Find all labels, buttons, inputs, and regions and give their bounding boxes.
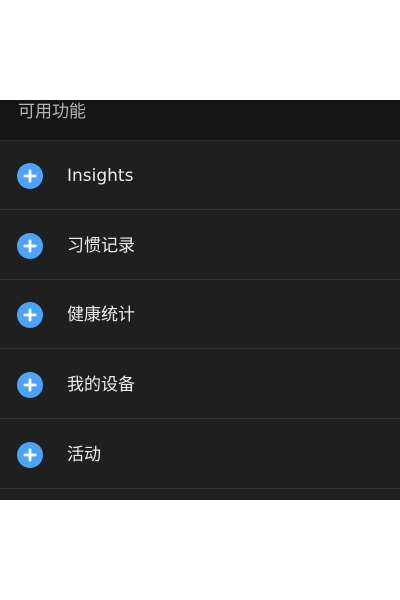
feature-label: 习惯记录 [67,236,135,256]
add-circle-icon[interactable] [17,442,43,468]
feature-row-partial [0,489,400,500]
add-circle-icon[interactable] [17,302,43,328]
feature-label: 活动 [67,445,101,465]
add-circle-icon[interactable] [17,233,43,259]
section-header: 可用功能 [0,100,400,141]
feature-row-habit-tracking[interactable]: 习惯记录 [0,211,400,280]
feature-row-insights[interactable]: Insights [0,141,400,210]
feature-row-health-stats[interactable]: 健康统计 [0,280,400,349]
feature-label: Insights [67,166,134,186]
feature-row-activity[interactable]: 活动 [0,420,400,489]
add-circle-icon[interactable] [17,163,43,189]
feature-label: 健康统计 [67,305,135,325]
available-features-panel: 可用功能 Insights 习惯记录 健康统计 我的设备 活动 [0,100,400,500]
add-circle-icon[interactable] [17,372,43,398]
feature-label: 我的设备 [67,375,135,395]
section-title: 可用功能 [18,102,86,122]
feature-row-my-devices[interactable]: 我的设备 [0,350,400,419]
